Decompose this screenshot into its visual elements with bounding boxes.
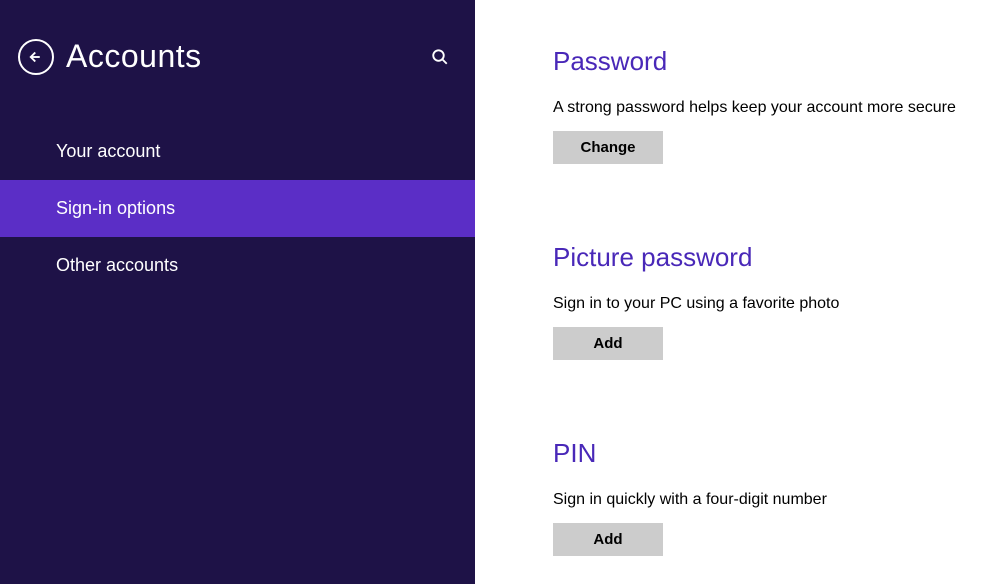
section-title-password: Password [553, 46, 1000, 77]
section-desc-password: A strong password helps keep your accoun… [553, 99, 1000, 117]
sidebar-item-other-accounts[interactable]: Other accounts [0, 237, 475, 294]
header-left: Accounts [18, 38, 202, 75]
section-desc-picture-password: Sign in to your PC using a favorite phot… [553, 295, 1000, 313]
sidebar-header: Accounts [0, 0, 475, 95]
arrow-left-icon [27, 48, 45, 66]
section-desc-pin: Sign in quickly with a four-digit number [553, 491, 1000, 509]
sidebar-item-label: Other accounts [56, 255, 178, 275]
section-title-pin: PIN [553, 438, 1000, 469]
add-picture-password-button[interactable]: Add [553, 327, 663, 360]
sidebar-nav: Your account Sign-in options Other accou… [0, 123, 475, 294]
sidebar-item-sign-in-options[interactable]: Sign-in options [0, 180, 475, 237]
content-pane: Password A strong password helps keep yo… [475, 0, 1000, 584]
sidebar-item-label: Your account [56, 141, 160, 161]
change-password-button[interactable]: Change [553, 131, 663, 164]
sidebar: Accounts Your account Sign-in options Ot… [0, 0, 475, 584]
section-title-picture-password: Picture password [553, 242, 1000, 273]
add-pin-button[interactable]: Add [553, 523, 663, 556]
sidebar-item-label: Sign-in options [56, 198, 175, 218]
sidebar-item-your-account[interactable]: Your account [0, 123, 475, 180]
search-icon[interactable] [431, 48, 449, 66]
section-picture-password: Picture password Sign in to your PC usin… [553, 242, 1000, 360]
section-pin: PIN Sign in quickly with a four-digit nu… [553, 438, 1000, 556]
section-password: Password A strong password helps keep yo… [553, 46, 1000, 164]
back-button[interactable] [18, 39, 54, 75]
page-title: Accounts [66, 38, 202, 75]
